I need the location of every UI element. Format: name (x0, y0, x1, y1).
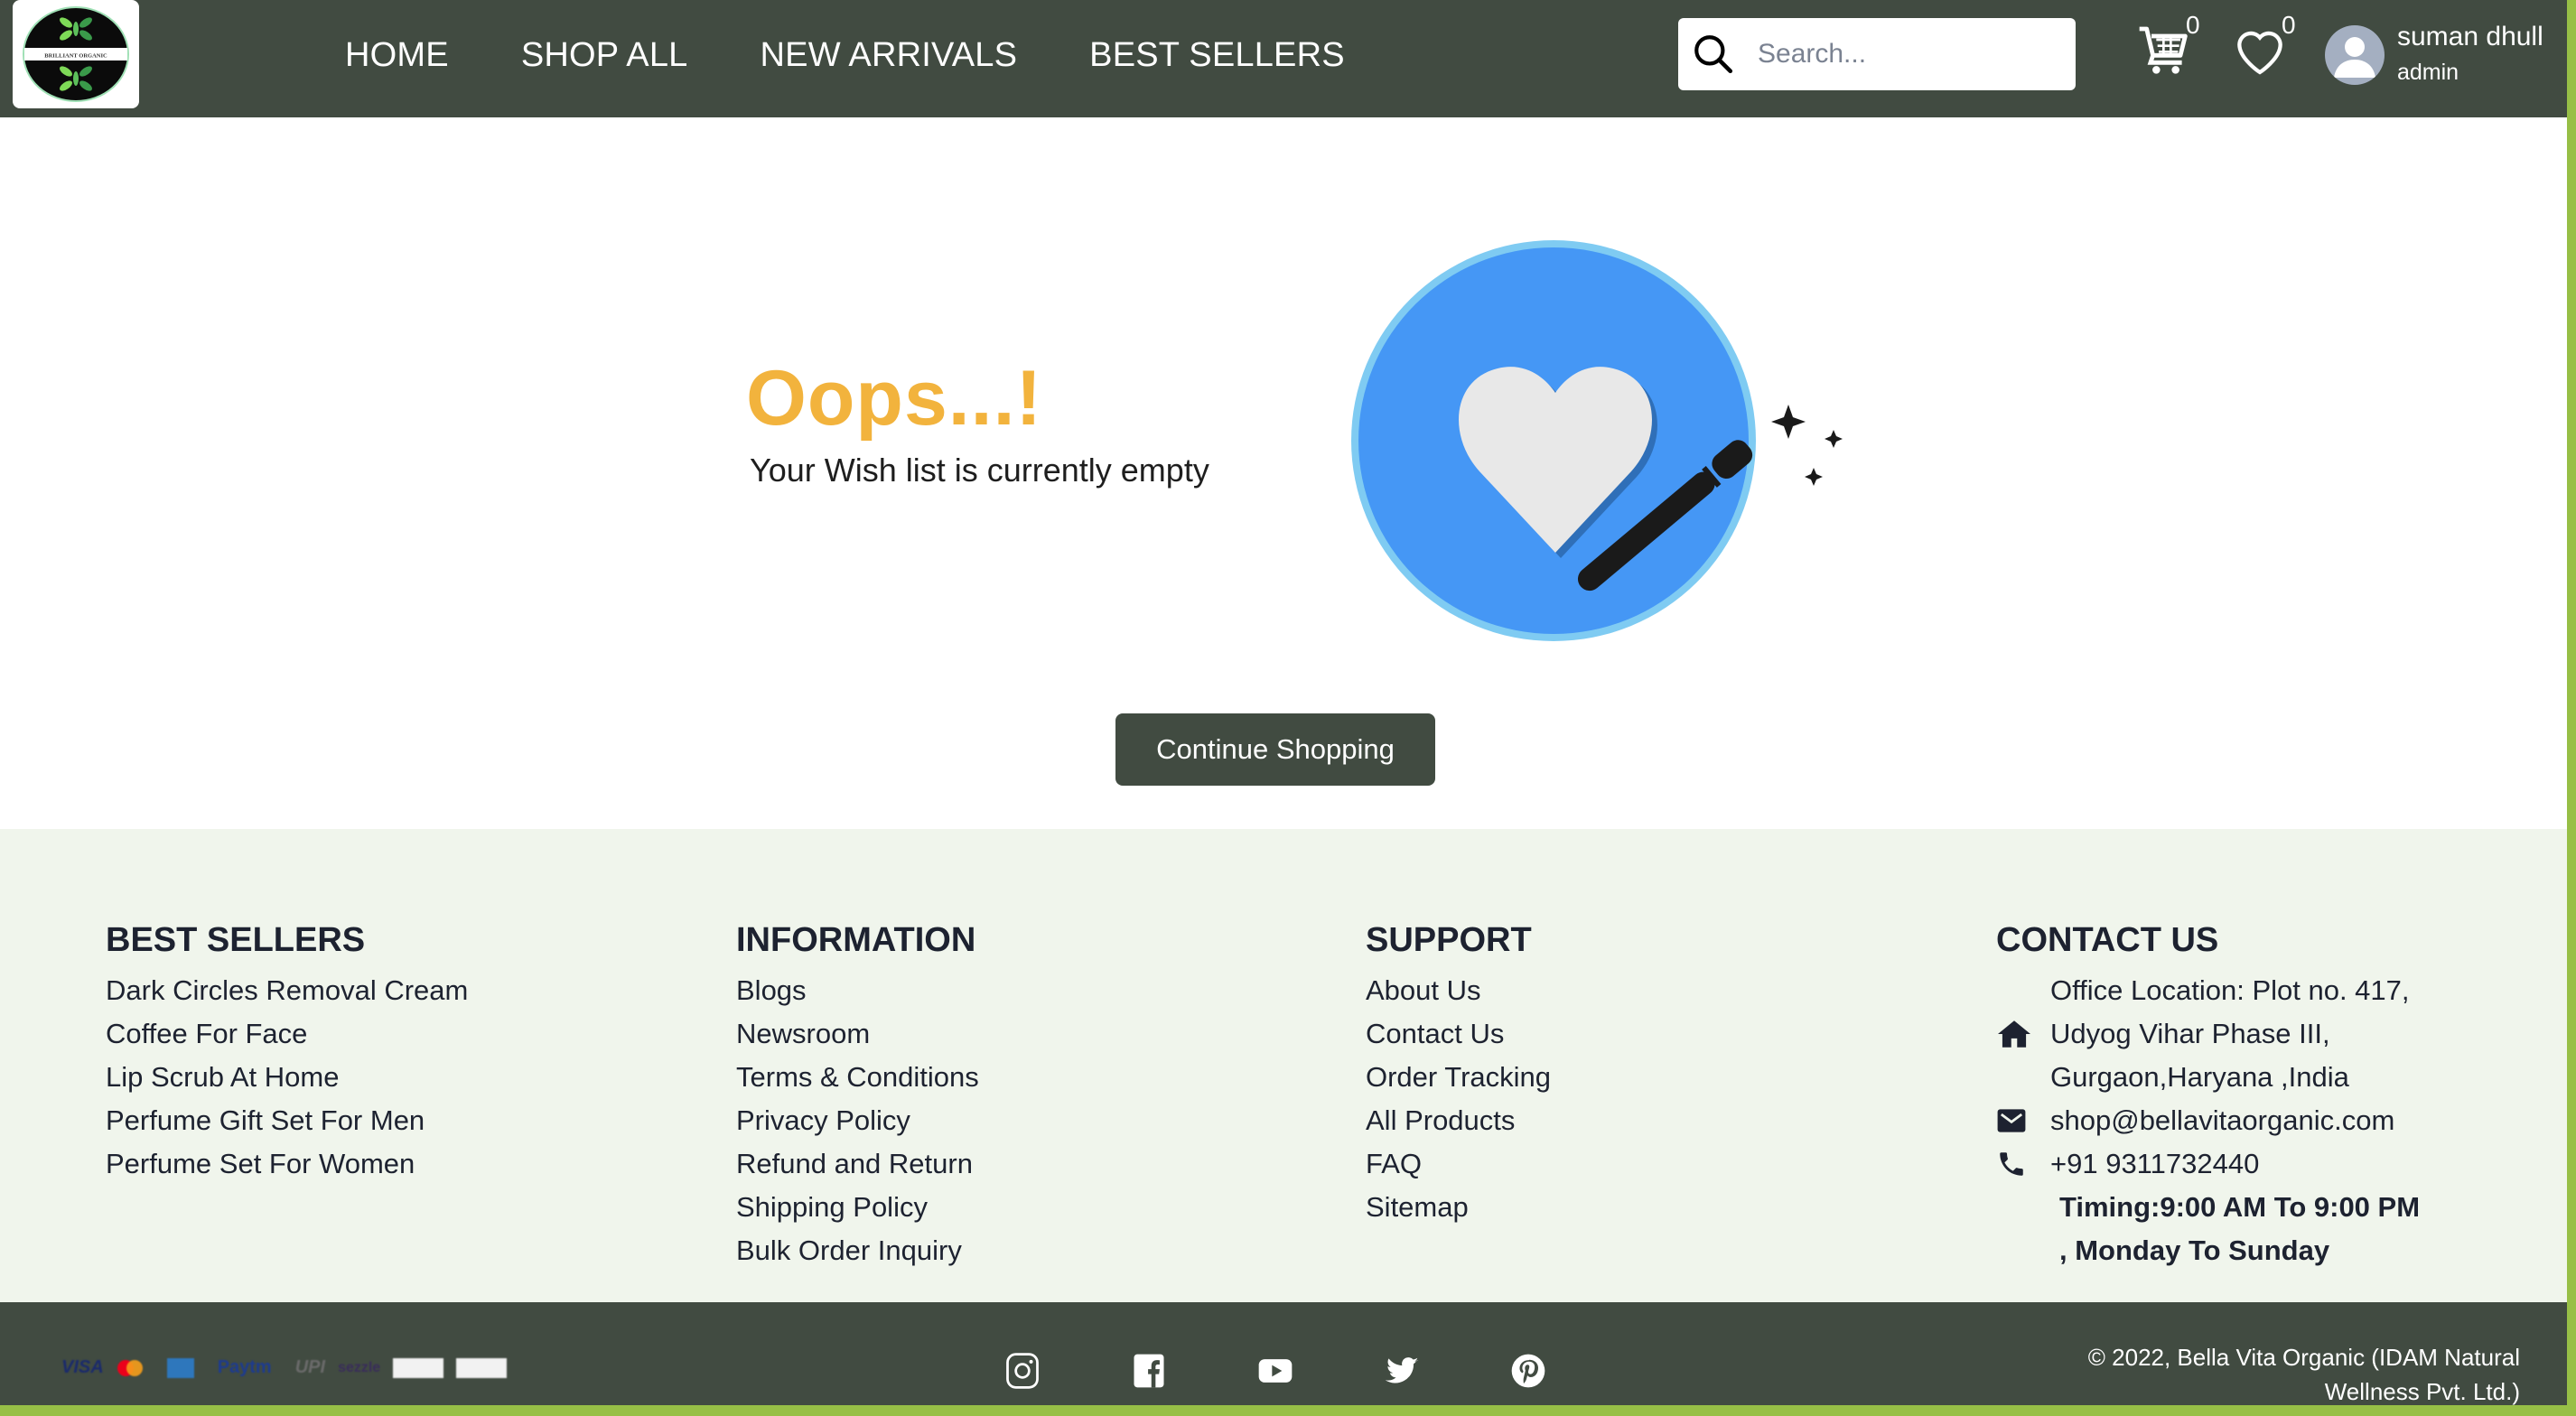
home-icon (1998, 1020, 2030, 1048)
footer-heading: SUPPORT (1366, 921, 1532, 959)
page-edge-accent (2567, 0, 2576, 1416)
footer-link[interactable]: FAQ (1366, 1142, 1551, 1186)
email-icon (1997, 1109, 2026, 1132)
nav-best-sellers[interactable]: BEST SELLERS (1089, 36, 1345, 75)
wishlist-count-badge: 0 (2282, 11, 2296, 39)
contact-timing: Timing:9:00 AM To 9:00 PM (2059, 1191, 2421, 1223)
footer-best-sellers: BEST SELLERS Dark Circles Removal Cream … (106, 921, 468, 1186)
contact-phone-text[interactable]: +91 9311732440 (2050, 1142, 2259, 1186)
copyright-line: © 2022, Bella Vita Organic (IDAM Natural (2087, 1344, 2520, 1371)
contact-days: , Monday To Sunday (2059, 1234, 2330, 1266)
nav-shop-all[interactable]: SHOP ALL (521, 36, 688, 75)
empty-title: Oops...! (746, 355, 1043, 442)
footer-link[interactable]: Shipping Policy (736, 1186, 979, 1229)
twitter-icon[interactable] (1382, 1351, 1422, 1391)
search-icon[interactable] (1691, 32, 1736, 77)
wishlist-page: BRILLIANT ORGANIC HOME SHOP ALL NEW ARRI… (0, 0, 2576, 1416)
net-banking-icon (456, 1357, 508, 1378)
footer-support: SUPPORT About Us Contact Us Order Tracki… (1366, 921, 1551, 1229)
pinterest-icon[interactable] (1508, 1351, 1548, 1391)
sezzle-icon: sezzle (338, 1359, 381, 1375)
footer-link[interactable]: Terms & Conditions (736, 1056, 979, 1099)
footer-link[interactable]: Perfume Set For Women (106, 1142, 468, 1186)
logo-text: BRILLIANT ORGANIC (44, 53, 107, 60)
footer-link[interactable]: Lip Scrub At Home (106, 1056, 468, 1099)
footer-link[interactable]: Dark Circles Removal Cream (106, 969, 468, 1012)
brand-logo[interactable]: BRILLIANT ORGANIC (13, 0, 139, 108)
amex-icon (166, 1357, 194, 1378)
youtube-icon[interactable] (1255, 1351, 1295, 1391)
contact-email: shop@bellavitaorganic.com (1996, 1099, 2420, 1142)
footer-link[interactable]: Contact Us (1366, 1012, 1551, 1056)
footer-link[interactable]: Order Tracking (1366, 1056, 1551, 1099)
visa-icon: VISA (61, 1357, 104, 1377)
site-footer: BEST SELLERS Dark Circles Removal Cream … (0, 829, 2567, 1302)
contact-address: Office Location: Plot no. 417, Udyog Vih… (1996, 969, 2420, 1099)
user-avatar[interactable] (2325, 25, 2385, 85)
copyright-line: Wellness Pvt. Ltd.) (2324, 1378, 2520, 1405)
footer-link[interactable]: Refund and Return (736, 1142, 979, 1186)
mastercard-icon (117, 1359, 143, 1376)
footer-link[interactable]: Perfume Gift Set For Men (106, 1099, 468, 1142)
address-line: Office Location: Plot no. 417, (2050, 974, 2410, 1006)
footer-heading: CONTACT US (1996, 921, 2219, 959)
empty-message: Your Wish list is currently empty (750, 452, 1209, 489)
search-input[interactable] (1758, 39, 2056, 70)
footer-heading: INFORMATION (736, 921, 976, 959)
address-line: Udyog Vihar Phase III, (2050, 1018, 2330, 1049)
contact-email-text[interactable]: shop@bellavitaorganic.com (2050, 1099, 2394, 1142)
search-box[interactable] (1678, 18, 2076, 90)
footer-link[interactable]: Coffee For Face (106, 1012, 468, 1056)
contact-phone: +91 9311732440 (1996, 1142, 2420, 1186)
cash-on-delivery-icon (393, 1357, 444, 1378)
footer-link[interactable]: Privacy Policy (736, 1099, 979, 1142)
footer-information: INFORMATION Blogs Newsroom Terms & Condi… (736, 921, 979, 1272)
phone-icon (2000, 1152, 2023, 1176)
nav-home[interactable]: HOME (345, 36, 449, 75)
footer-link[interactable]: All Products (1366, 1099, 1551, 1142)
nav-new-arrivals[interactable]: NEW ARRIVALS (761, 36, 1018, 75)
user-role: admin (2397, 60, 2459, 85)
instagram-icon[interactable] (1003, 1351, 1042, 1391)
continue-shopping-button[interactable]: Continue Shopping (1115, 713, 1435, 786)
footer-heading: BEST SELLERS (106, 921, 366, 959)
upi-icon: UPI (294, 1357, 326, 1377)
footer-link[interactable]: Blogs (736, 969, 979, 1012)
facebook-icon[interactable] (1129, 1351, 1169, 1391)
footer-link[interactable]: Newsroom (736, 1012, 979, 1056)
main-nav: HOME SHOP ALL NEW ARRIVALS BEST SELLERS (345, 0, 1417, 110)
user-avatar-icon (2334, 37, 2375, 78)
paytm-icon: Paytm (217, 1357, 272, 1377)
copyright-text: © 2022, Bella Vita Organic (IDAM Natural… (1978, 1340, 2520, 1409)
footer-link[interactable]: Sitemap (1366, 1186, 1551, 1229)
brand-logo-icon: BRILLIANT ORGANIC (23, 6, 129, 102)
site-header: BRILLIANT ORGANIC HOME SHOP ALL NEW ARRI… (0, 0, 2567, 117)
footer-link[interactable]: Bulk Order Inquiry (736, 1229, 979, 1272)
wishlist-heart-icon[interactable] (2231, 22, 2289, 79)
cart-count-badge: 0 (2186, 11, 2200, 39)
heart-magic-wand-icon (1351, 240, 1843, 641)
footer-link[interactable]: About Us (1366, 969, 1551, 1012)
payment-methods: VISA Paytm UPI sezzle (61, 1357, 508, 1378)
user-name[interactable]: suman dhull (2397, 22, 2543, 52)
address-line: Gurgaon,Haryana ,India (2050, 1061, 2349, 1093)
footer-contact: CONTACT US Office Location: Plot no. 417… (1996, 921, 2420, 1272)
